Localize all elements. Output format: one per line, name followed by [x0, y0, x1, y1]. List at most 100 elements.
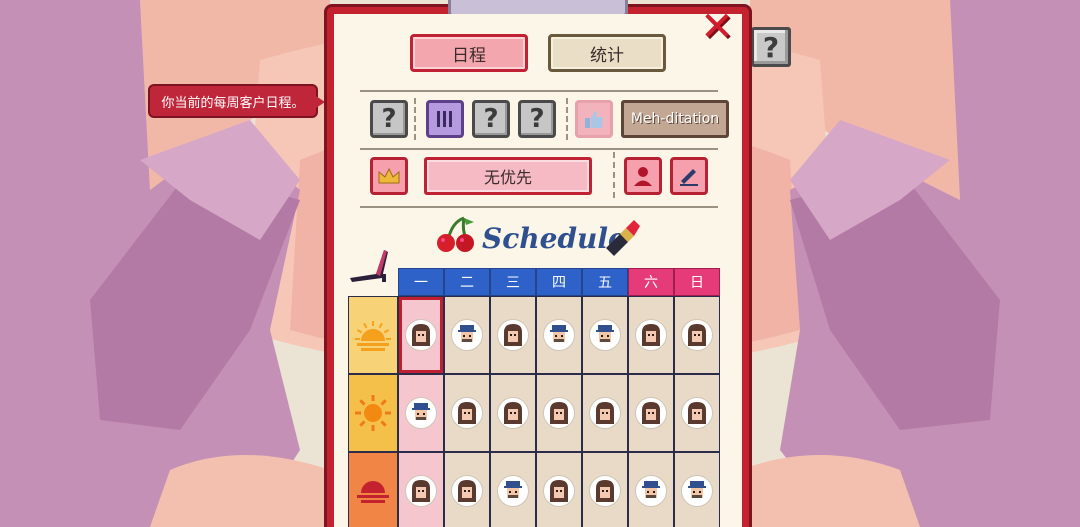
divider — [414, 98, 416, 140]
client-girl-icon — [412, 480, 430, 502]
schedule-cell[interactable] — [582, 452, 628, 527]
sunrise-icon — [355, 321, 391, 351]
client-girl-icon — [504, 324, 522, 346]
divider — [360, 148, 718, 150]
client-profile-button[interactable] — [624, 157, 662, 195]
client-man-icon — [412, 403, 430, 420]
client-avatar — [589, 475, 621, 507]
time-slot-afternoon — [348, 374, 398, 452]
client-girl-icon — [642, 402, 660, 424]
schedule-cell[interactable] — [674, 296, 720, 374]
schedule-cell[interactable] — [444, 374, 490, 452]
pen-icon — [680, 169, 698, 186]
filter-thumbs-up-button[interactable] — [575, 100, 613, 138]
client-man-icon — [688, 481, 706, 498]
day-header-tue: 二 — [444, 268, 490, 296]
client-avatar — [497, 397, 529, 429]
day-header-sat: 六 — [628, 268, 674, 296]
client-avatar — [681, 397, 713, 429]
fork-icon — [437, 111, 452, 127]
day-header-sun: 日 — [674, 268, 720, 296]
filter-unknown-button[interactable]: ? — [472, 100, 510, 138]
schedule-cell[interactable] — [628, 452, 674, 527]
schedule-row-afternoon — [348, 374, 720, 452]
client-avatar — [681, 475, 713, 507]
client-avatar — [405, 397, 437, 429]
schedule-cell[interactable] — [536, 374, 582, 452]
client-avatar — [497, 319, 529, 351]
schedule-cell[interactable] — [536, 296, 582, 374]
day-header-wed: 三 — [490, 268, 536, 296]
divider — [360, 90, 718, 92]
crown-icon — [378, 167, 400, 184]
close-icon[interactable]: ✕ — [699, 7, 735, 47]
schedule-tooltip: 你当前的每周客户日程。 — [148, 84, 325, 118]
filter-unknown-button[interactable]: ? — [518, 100, 556, 138]
client-avatar — [635, 319, 667, 351]
client-girl-icon — [412, 324, 430, 346]
schedule-cell[interactable] — [490, 296, 536, 374]
client-avatar — [543, 397, 575, 429]
schedule-title: Schedule — [482, 221, 626, 255]
filter-fork-button[interactable] — [426, 100, 464, 138]
meditation-label: Meh-ditation — [630, 111, 720, 127]
day-header-row: 一 二 三 四 五 六 日 — [398, 268, 720, 296]
client-man-icon — [458, 325, 476, 342]
client-man-icon — [550, 325, 568, 342]
client-avatar — [451, 475, 483, 507]
schedule-cell[interactable] — [398, 296, 444, 374]
schedule-cell[interactable] — [444, 452, 490, 527]
client-avatar — [451, 319, 483, 351]
schedule-row-evening — [348, 452, 720, 527]
client-avatar — [405, 475, 437, 507]
schedule-row-morning — [348, 296, 720, 374]
help-button[interactable]: ? — [751, 27, 791, 67]
client-avatar — [451, 397, 483, 429]
client-avatar — [635, 397, 667, 429]
time-slot-evening — [348, 452, 398, 527]
tab-stats[interactable]: 统计 — [548, 34, 666, 72]
schedule-grid — [348, 296, 720, 527]
schedule-cell[interactable] — [444, 296, 490, 374]
client-avatar — [589, 319, 621, 351]
client-girl-icon — [550, 402, 568, 424]
help-button-label: ? — [762, 30, 780, 64]
client-girl-icon — [596, 402, 614, 424]
schedule-cell[interactable] — [536, 452, 582, 527]
day-header-fri: 五 — [582, 268, 628, 296]
priority-crown-button[interactable] — [370, 157, 408, 195]
schedule-cell[interactable] — [398, 452, 444, 527]
priority-selector[interactable]: 无优先 — [424, 157, 592, 195]
meditation-button[interactable]: Meh-ditation — [621, 100, 729, 138]
day-header-mon: 一 — [398, 268, 444, 296]
schedule-cell[interactable] — [674, 452, 720, 527]
schedule-cell[interactable] — [582, 296, 628, 374]
filter-unknown-button[interactable]: ? — [370, 100, 408, 138]
person-icon — [634, 167, 652, 186]
edit-schedule-button[interactable] — [670, 157, 708, 195]
schedule-cell[interactable] — [628, 374, 674, 452]
schedule-cell[interactable] — [674, 374, 720, 452]
filter-unknown-label: ? — [529, 104, 545, 134]
client-girl-icon — [642, 324, 660, 346]
client-avatar — [635, 475, 667, 507]
sun-icon — [355, 395, 391, 431]
schedule-cell[interactable] — [398, 374, 444, 452]
schedule-cell[interactable] — [628, 296, 674, 374]
divider — [360, 206, 718, 208]
tab-schedule-label: 日程 — [452, 45, 486, 66]
client-girl-icon — [550, 480, 568, 502]
client-girl-icon — [596, 480, 614, 502]
cherry-icon — [437, 216, 474, 252]
schedule-cell[interactable] — [490, 452, 536, 527]
client-girl-icon — [458, 480, 476, 502]
schedule-cell[interactable] — [582, 374, 628, 452]
tab-schedule[interactable]: 日程 — [410, 34, 528, 72]
divider — [613, 152, 615, 198]
client-avatar — [589, 397, 621, 429]
sunset-icon — [357, 481, 389, 503]
thumbs-up-icon — [585, 111, 603, 128]
high-heel-icon — [350, 250, 388, 282]
schedule-cell[interactable] — [490, 374, 536, 452]
client-man-icon — [596, 325, 614, 342]
